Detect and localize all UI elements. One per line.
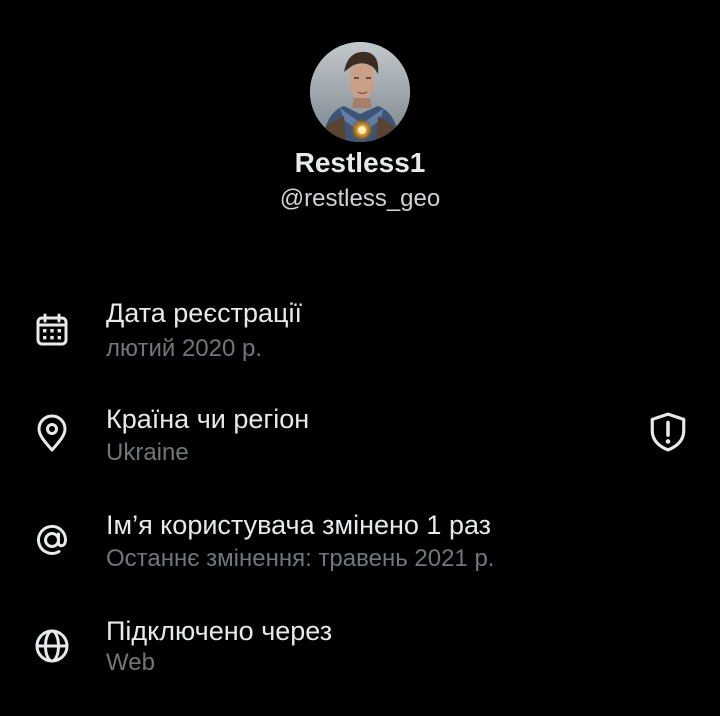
profile-header: Restless1 @restless_geo <box>0 0 720 230</box>
globe-icon <box>35 629 69 663</box>
calendar-icon <box>36 313 68 346</box>
info-row-country: Країна чи регіон Ukraine <box>0 396 720 486</box>
row-subtitle: Web <box>106 649 155 676</box>
row-title: Країна чи регіон <box>106 404 310 434</box>
shield-alert-icon[interactable] <box>647 411 689 453</box>
row-subtitle: лютий 2020 р. <box>106 335 263 362</box>
row-title: Підключено через <box>106 616 333 646</box>
info-row-connected-via: Підключено через Web <box>0 608 720 698</box>
row-subtitle: Ukraine <box>106 439 189 466</box>
row-title: Ім’я користувача змінено 1 раз <box>106 510 492 540</box>
info-row-registration-date: Дата реєстрації лютий 2020 р. <box>0 290 720 380</box>
row-title: Дата реєстрації <box>106 298 302 328</box>
row-subtitle: Останнє змінення: травень 2021 р. <box>106 545 495 572</box>
user-handle: @restless_geo <box>279 185 441 212</box>
at-sign-icon <box>37 524 68 555</box>
location-pin-icon <box>37 414 67 452</box>
info-row-username-changes: Ім’я користувача змінено 1 раз Останнє з… <box>0 502 720 592</box>
avatar-image <box>310 42 410 142</box>
display-name: Restless1 <box>294 147 426 178</box>
avatar[interactable] <box>310 42 410 142</box>
